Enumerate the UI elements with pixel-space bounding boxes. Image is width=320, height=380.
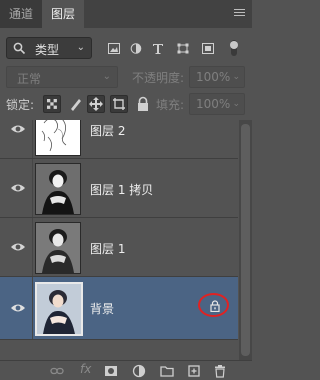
layers-list: 图层 2 图层 1 拷贝 图层 1 背景	[0, 120, 238, 360]
shape-layer-filter-icon[interactable]	[177, 43, 189, 54]
visibility-eye-icon[interactable]	[10, 123, 26, 135]
chevron-down-icon: ⌄	[76, 42, 85, 53]
layers-bottom-toolbar: fx	[0, 360, 252, 380]
add-layer-style-icon[interactable]: fx	[80, 362, 91, 376]
chevron-down-icon: ⌄	[232, 99, 240, 109]
tab-bar-filler	[84, 0, 252, 28]
visibility-eye-icon[interactable]	[10, 302, 26, 314]
layers-scrollbar[interactable]	[239, 120, 252, 360]
layer-name: 图层 2	[90, 124, 126, 138]
layer-thumbnail	[35, 222, 81, 274]
layer-filter-row: 类型 ⌄	[0, 34, 252, 62]
tab-layers[interactable]: 图层	[42, 0, 84, 28]
panel-tab-bar: 通道 图层	[0, 0, 252, 28]
search-icon	[13, 42, 26, 55]
smart-object-filter-icon[interactable]	[202, 43, 214, 54]
lock-transparent-pixels-icon[interactable]	[43, 95, 61, 113]
blend-mode-value: 正常	[17, 72, 42, 86]
blend-opacity-row: 正常 ⌄ 不透明度: 100% ⌄	[0, 66, 252, 88]
layer-name: 背景	[90, 302, 115, 316]
new-group-folder-icon[interactable]	[160, 364, 174, 378]
type-layer-filter-icon[interactable]	[152, 43, 164, 54]
filter-kind-label: 类型	[35, 43, 60, 57]
annotation-circle	[198, 293, 229, 317]
fill-value: 100%	[196, 97, 231, 111]
opacity-label: 不透明度:	[132, 71, 185, 85]
link-layers-icon[interactable]	[50, 364, 64, 378]
new-adjustment-layer-icon[interactable]	[132, 364, 146, 378]
row-divider	[32, 218, 33, 276]
lock-all-icon[interactable]	[134, 95, 152, 113]
row-divider	[32, 120, 33, 158]
fill-input[interactable]: 100% ⌄	[189, 93, 245, 115]
filter-kind-select[interactable]: 类型 ⌄	[6, 37, 92, 59]
lock-fill-row: 锁定: 填充: 100% ⌄	[0, 93, 252, 115]
chevron-down-icon: ⌄	[102, 71, 111, 82]
layer-row-selected[interactable]: 背景	[0, 277, 238, 340]
opacity-value: 100%	[196, 70, 231, 84]
layer-name: 图层 1	[90, 242, 126, 256]
scrollbar-thumb[interactable]	[241, 124, 250, 356]
row-divider	[32, 277, 33, 339]
layer-row[interactable]: 图层 2	[0, 120, 238, 159]
panel-menu-icon[interactable]	[234, 9, 245, 17]
blend-mode-select[interactable]: 正常 ⌄	[6, 66, 118, 88]
layer-row[interactable]: 图层 1 拷贝	[0, 159, 238, 218]
filter-toggle-switch[interactable]	[229, 40, 239, 56]
layer-thumbnail	[35, 163, 81, 215]
visibility-eye-icon[interactable]	[10, 241, 26, 253]
lock-artboard-icon[interactable]	[110, 95, 128, 113]
visibility-eye-icon[interactable]	[10, 182, 26, 194]
chevron-down-icon: ⌄	[232, 72, 240, 82]
fill-label: 填充:	[156, 98, 185, 112]
opacity-input[interactable]: 100% ⌄	[189, 66, 245, 88]
row-divider	[32, 159, 33, 217]
layer-thumbnail	[35, 282, 83, 336]
layer-thumbnail	[35, 120, 81, 156]
tab-channels[interactable]: 通道	[0, 0, 42, 28]
delete-layer-trash-icon[interactable]	[213, 364, 227, 378]
pixel-layer-filter-icon[interactable]	[108, 43, 120, 54]
adjustment-layer-filter-icon[interactable]	[130, 43, 142, 54]
lock-position-icon[interactable]	[87, 95, 105, 113]
lock-label: 锁定:	[6, 98, 35, 112]
layer-name: 图层 1 拷贝	[90, 183, 154, 197]
lock-image-pixels-icon[interactable]	[67, 95, 85, 113]
new-layer-icon[interactable]	[187, 364, 201, 378]
add-mask-icon[interactable]	[104, 364, 118, 378]
layer-row[interactable]: 图层 1	[0, 218, 238, 277]
